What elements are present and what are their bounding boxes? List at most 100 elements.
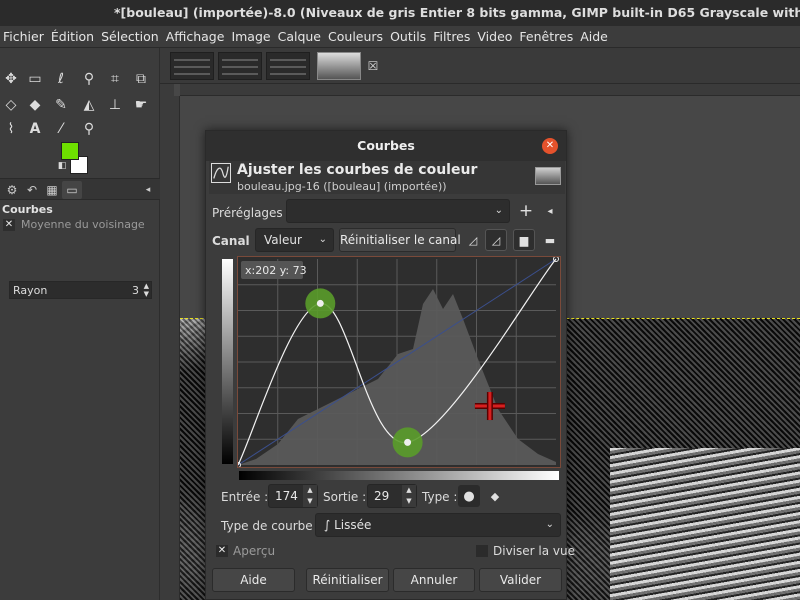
image-tabs: ☒ <box>160 48 800 84</box>
preview-label: Aperçu <box>233 544 276 558</box>
curve-editor[interactable]: x:202 y: 73 <box>218 256 561 481</box>
color-picker-icon[interactable]: ⁄ <box>50 118 72 140</box>
image-tab-2[interactable] <box>218 52 262 80</box>
menu-aide[interactable]: Aide <box>577 29 612 44</box>
paths-icon[interactable]: ⌇ <box>0 118 22 140</box>
images-tab-icon[interactable]: ▦ <box>42 181 62 199</box>
eraser-icon[interactable]: ◭ <box>78 94 100 116</box>
channel-label: Canal : <box>212 234 259 248</box>
curve-graph[interactable]: x:202 y: 73 <box>237 256 561 468</box>
tool-options-panel: Courbes ✕ Moyenne du voisinage <box>0 200 160 231</box>
curve-type-value: Lissée <box>334 518 372 532</box>
radius-label: Rayon <box>13 283 48 297</box>
vertical-ruler <box>160 96 180 600</box>
input-gradient-bar <box>239 471 559 480</box>
menu-video[interactable]: Video <box>474 29 516 44</box>
foreground-color-swatch[interactable] <box>61 142 79 160</box>
presets-label: Préréglages : <box>212 206 291 220</box>
bucket-fill-icon[interactable]: ◆ <box>24 94 46 116</box>
tool-options-tab-icon[interactable]: ⚙ <box>2 181 22 199</box>
control-point[interactable] <box>316 299 324 307</box>
output-gradient-bar <box>222 259 233 464</box>
stepper-icon[interactable]: ▲ ▼ <box>402 485 416 507</box>
close-icon[interactable]: ✕ <box>542 138 558 154</box>
rect-select-icon[interactable]: ▭ <box>24 68 46 90</box>
fuzzy-select-icon[interactable]: ⚲ <box>78 68 100 90</box>
radius-spinner[interactable]: Rayon 3 ▲ ▼ <box>9 281 152 299</box>
input-spinner[interactable]: 174 ▲ ▼ <box>268 484 318 508</box>
menu-outils[interactable]: Outils <box>387 29 430 44</box>
corner-point-icon[interactable]: ◆ <box>484 485 506 507</box>
image-tab-1[interactable] <box>170 52 214 80</box>
curves-icon <box>211 163 231 183</box>
menu-selection[interactable]: Sélection <box>98 29 163 44</box>
channel-value: Valeur <box>264 233 302 247</box>
preview-check-icon[interactable]: ✕ <box>216 545 228 557</box>
presets-dropdown[interactable]: ⌄ <box>286 199 510 223</box>
cancel-button[interactable]: Annuler <box>393 568 475 592</box>
menu-affichage[interactable]: Affichage <box>163 29 229 44</box>
control-point[interactable] <box>404 438 412 446</box>
channel-dropdown[interactable]: Valeur ⌄ <box>255 228 334 252</box>
close-tab-icon[interactable]: ☒ <box>362 55 384 77</box>
image-tab-3[interactable] <box>266 52 310 80</box>
linear-histogram-icon[interactable]: ◿ <box>462 229 484 251</box>
cursor-readout: x:202 y: 73 <box>245 264 307 277</box>
chevron-down-icon: ⌄ <box>545 519 554 530</box>
tool-options-title: Courbes <box>2 203 53 216</box>
clone-icon[interactable]: ⊥ <box>104 94 126 116</box>
stepper-icon[interactable]: ▲ ▼ <box>303 485 317 507</box>
preview-checkbox[interactable]: ✕ Aperçu <box>216 544 275 558</box>
menu-couleurs[interactable]: Couleurs <box>325 29 387 44</box>
add-preset-icon[interactable]: + <box>515 200 537 222</box>
dialog-header-subtitle: bouleau.jpg-16 ([bouleau] (importée)) <box>237 180 447 193</box>
preset-menu-icon[interactable]: ◂ <box>539 200 561 222</box>
dock-menu-icon[interactable]: ◂ <box>138 181 158 199</box>
split-view-box[interactable] <box>476 545 488 557</box>
output-spinner[interactable]: 29 ▲ ▼ <box>367 484 417 508</box>
input-label: Entrée : <box>221 490 269 504</box>
device-status-tab-icon[interactable]: ▭ <box>62 181 82 199</box>
reset-channel-button[interactable]: Réinitialiser le canal <box>339 228 461 252</box>
menu-filtres[interactable]: Filtres <box>430 29 474 44</box>
histogram-view-icon[interactable]: ▆ <box>513 229 535 251</box>
menu-fenetres[interactable]: Fenêtres <box>516 29 577 44</box>
menu-edition[interactable]: Édition <box>48 29 98 44</box>
curve-type-dropdown[interactable]: ∫ Lissée ⌄ <box>315 513 561 537</box>
type-label: Type : <box>422 490 458 504</box>
lasso-icon[interactable]: ℓ <box>50 68 72 90</box>
log-histogram-icon[interactable]: ◿ <box>485 229 507 251</box>
radius-value: 3 <box>132 283 139 297</box>
sample-average-option[interactable]: ✕ Moyenne du voisinage <box>0 216 160 231</box>
dialog-header-title: Ajuster les courbes de couleur <box>237 162 478 178</box>
chevron-down-icon: ⌄ <box>318 234 327 245</box>
dialog-header: Ajuster les courbes de couleur bouleau.j… <box>209 161 565 194</box>
image-thumbnail <box>535 167 561 185</box>
zoom-icon[interactable]: ⚲ <box>78 118 100 140</box>
reset-button[interactable]: Réinitialiser <box>306 568 389 592</box>
dock-tabs: ⚙ ↶ ▦ ▭ ◂ <box>0 178 160 200</box>
move-tool-icon[interactable]: ✥ <box>0 68 22 90</box>
radius-stepper-icon[interactable]: ▲ ▼ <box>144 282 149 298</box>
unified-transform-icon[interactable]: ⧉ <box>130 68 152 90</box>
crop-icon[interactable]: ⌗ <box>104 68 126 90</box>
dialog-titlebar: Courbes ✕ <box>206 131 566 161</box>
curve-type-label: Type de courbe : <box>221 519 321 533</box>
window-title: *[bouleau] (importée)-8.0 (Niveaux de gr… <box>0 0 800 26</box>
text-tool-icon[interactable]: A <box>24 118 46 140</box>
default-colors-icon[interactable]: ◧ <box>56 160 68 172</box>
smooth-point-icon[interactable]: ● <box>458 485 480 507</box>
undo-history-tab-icon[interactable]: ↶ <box>22 181 42 199</box>
menu-image[interactable]: Image <box>228 29 274 44</box>
sample-average-checkbox[interactable]: ✕ <box>3 218 15 231</box>
menu-fichier[interactable]: Fichier <box>0 29 48 44</box>
gradient-view-icon[interactable]: ▬ <box>539 229 561 251</box>
image-tab-bouleau[interactable] <box>317 52 361 80</box>
split-view-checkbox[interactable]: Diviser la vue <box>476 544 575 558</box>
menu-calque[interactable]: Calque <box>275 29 325 44</box>
ok-button[interactable]: Valider <box>479 568 562 592</box>
warp-transform-icon[interactable]: ◇ <box>0 94 22 116</box>
smudge-icon[interactable]: ☛ <box>130 94 152 116</box>
help-button[interactable]: Aide <box>212 568 295 592</box>
paintbrush-icon[interactable]: ✎ <box>50 94 72 116</box>
